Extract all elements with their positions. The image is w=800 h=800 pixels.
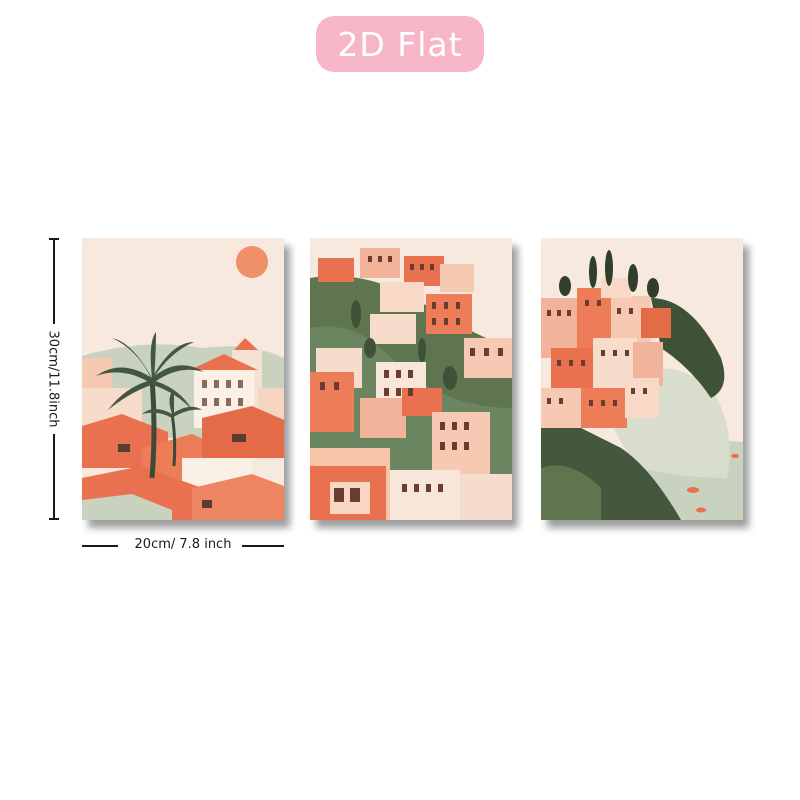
poster-cliffside-village — [541, 238, 743, 520]
poster-rooftops-palm — [82, 238, 284, 520]
width-dimension-marker: 20cm/ 7.8 inch — [82, 538, 284, 552]
style-badge: 2D Flat — [316, 16, 484, 72]
height-dimension-label: 30cm/11.8inch — [45, 330, 61, 428]
poster-hillside-town — [310, 238, 512, 520]
width-dimension-label: 20cm/ 7.8 inch — [134, 537, 232, 552]
